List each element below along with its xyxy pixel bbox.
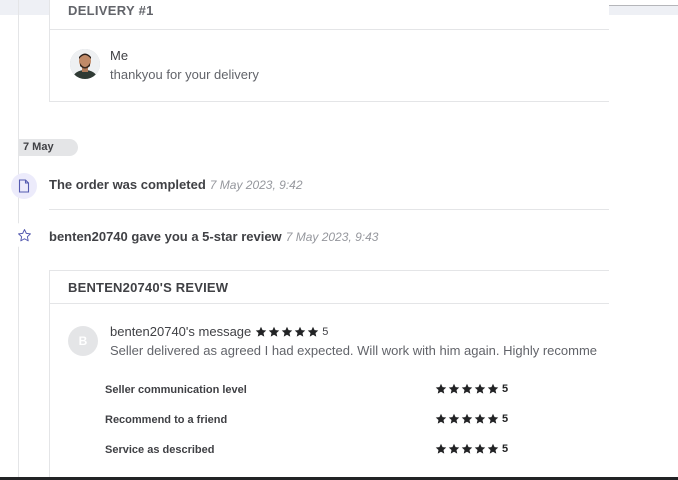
star-icon [461, 383, 473, 394]
event-text: benten20740 gave you a 5-star review [49, 229, 282, 244]
star-icon [256, 326, 267, 337]
star-icon [474, 443, 486, 454]
divider [50, 303, 609, 304]
rating-value: 5 [322, 325, 329, 338]
user-photo-icon [70, 49, 100, 79]
criteria-label: Seller communication level [105, 384, 247, 396]
criteria-rating: 5 [431, 383, 508, 395]
star-rating [255, 326, 320, 338]
avatar[interactable]: B [68, 326, 98, 356]
star-icon [269, 326, 280, 337]
review-icon-badge [11, 222, 37, 248]
event-time: 7 May 2023, 9:43 [285, 230, 379, 244]
rating-value: 5 [502, 443, 509, 455]
star-icon [435, 413, 447, 424]
review-header: BENTEN20740'S REVIEW [68, 280, 229, 295]
star-outline-icon [17, 228, 31, 241]
order-completed-icon-badge [11, 173, 37, 199]
delivery-header: DELIVERY #1 [68, 3, 154, 18]
rating-value: 5 [502, 413, 509, 425]
star-icon [435, 443, 447, 454]
star-icon [461, 413, 473, 424]
divider [49, 209, 609, 210]
event-time: 7 May 2023, 9:42 [209, 178, 303, 192]
sender-name: Me [110, 48, 129, 63]
event-text: The order was completed [49, 177, 206, 192]
document-icon [18, 179, 30, 193]
star-icon [461, 443, 473, 454]
criteria-rating: 5 [431, 413, 508, 425]
date-divider: 7 May [18, 139, 78, 156]
delivery-message: thankyou for your delivery [110, 67, 259, 82]
star-icon [435, 383, 447, 394]
star-icon [487, 443, 499, 454]
criteria-row: Service as described 5 [105, 443, 585, 459]
star-rating [435, 443, 500, 455]
rating-value: 5 [502, 383, 509, 395]
star-icon [295, 326, 306, 337]
delivery-card: DELIVERY #1 Me thankyou for your deliver… [49, 0, 609, 102]
review-author: benten20740's message [110, 324, 252, 339]
avatar[interactable] [70, 49, 100, 79]
star-icon [487, 413, 499, 424]
divider [50, 29, 609, 30]
star-rating [435, 383, 500, 395]
star-rating [435, 413, 500, 425]
star-icon [474, 413, 486, 424]
star-icon [282, 326, 293, 337]
star-icon [487, 383, 499, 394]
criteria-label: Service as described [105, 444, 215, 456]
criteria-row: Seller communication level 5 [105, 383, 585, 399]
star-icon [448, 443, 460, 454]
review-card: BENTEN20740'S REVIEW B benten20740's mes… [49, 270, 609, 480]
criteria-rating: 5 [431, 443, 508, 455]
star-icon [308, 326, 319, 337]
review-text: Seller delivered as agreed I had expecte… [110, 343, 597, 358]
event-review: benten20740 gave you a 5-star review 7 Ma… [49, 229, 378, 244]
event-order-completed: The order was completed 7 May 2023, 9:42 [49, 177, 303, 192]
star-icon [448, 413, 460, 424]
review-title: benten20740's message 5 [110, 324, 328, 339]
star-icon [474, 383, 486, 394]
star-icon [448, 383, 460, 394]
criteria-row: Recommend to a friend 5 [105, 413, 585, 429]
criteria-label: Recommend to a friend [105, 414, 228, 426]
